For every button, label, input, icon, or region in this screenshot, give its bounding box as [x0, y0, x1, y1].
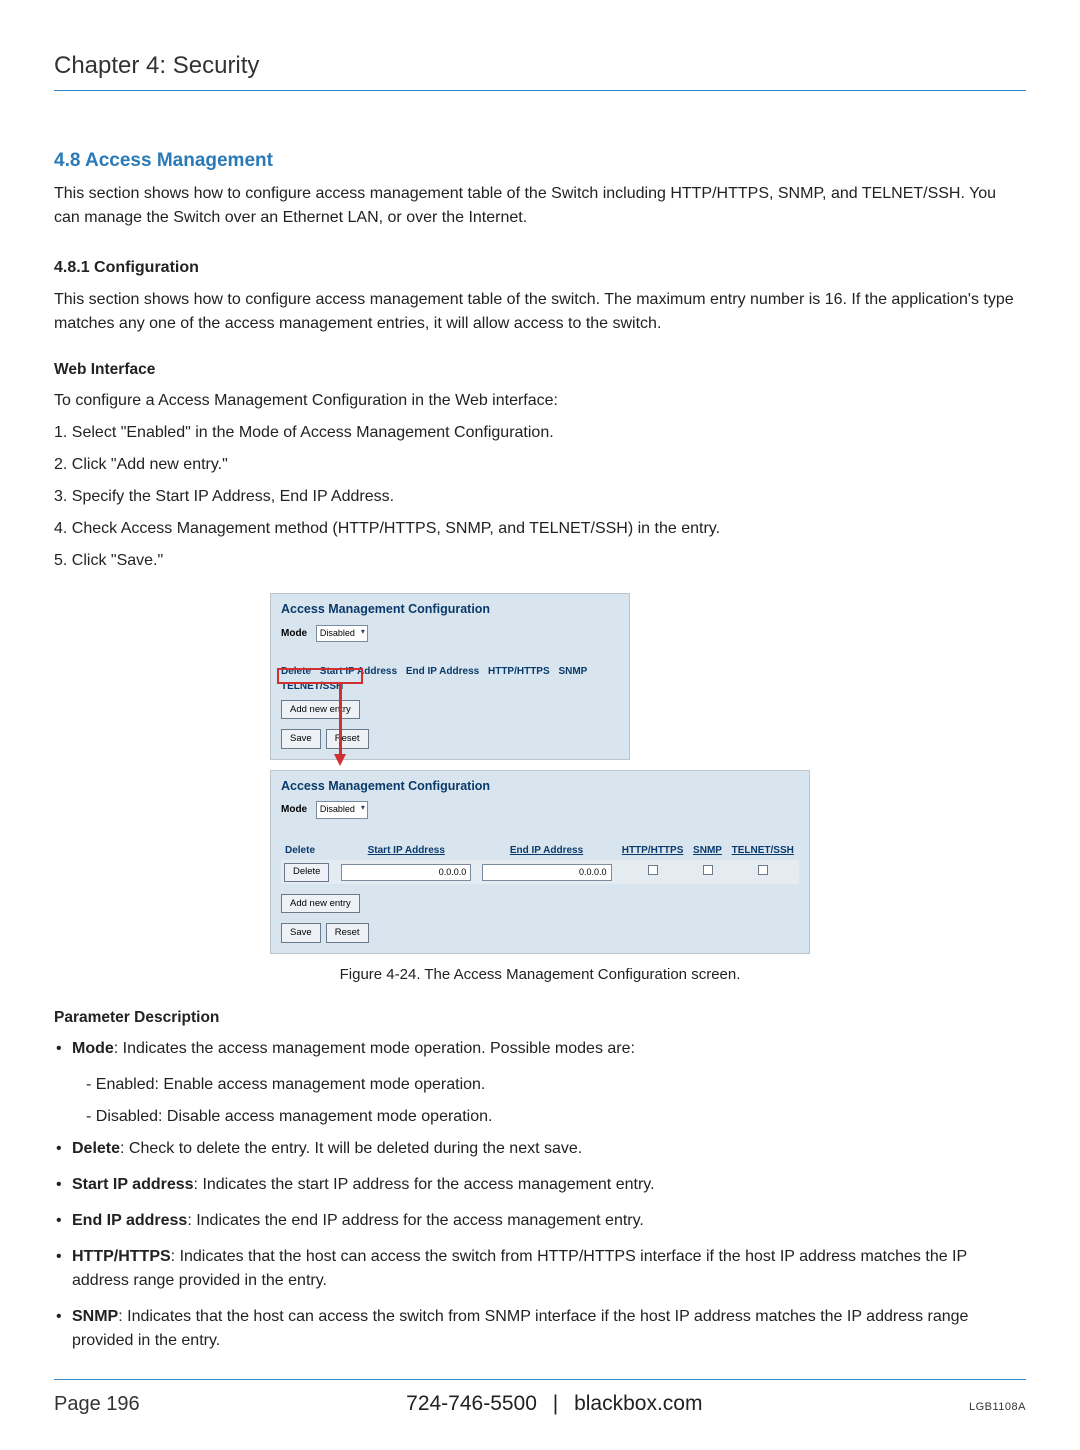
param-label: HTTP/HTTPS [72, 1248, 171, 1265]
step: 4. Check Access Management method (HTTP/… [54, 517, 1026, 541]
save-button[interactable]: Save [281, 729, 321, 748]
table-header-row: Delete Start IP Address End IP Address H… [281, 841, 799, 861]
param-item: SNMP: Indicates that the host can access… [54, 1305, 1026, 1353]
save-button[interactable]: Save [281, 923, 321, 942]
end-ip-input[interactable]: 0.0.0.0 [482, 864, 612, 882]
col-snmp: SNMP [688, 841, 726, 861]
mode-select[interactable]: Disabled [316, 801, 368, 819]
subsection-heading: 4.8.1 Configuration [54, 256, 1026, 280]
parameter-description: Parameter Description Mode: Indicates th… [54, 1006, 1026, 1353]
arrow-annotation [339, 684, 343, 770]
param-label: End IP address [72, 1212, 187, 1229]
col-start-ip: Start IP Address [336, 841, 476, 861]
config-panel-top: Access Management Configuration Mode Dis… [270, 593, 630, 760]
reset-button[interactable]: Reset [326, 729, 369, 748]
panel-title: Access Management Configuration [281, 777, 799, 796]
step: 1. Select "Enabled" in the Mode of Acces… [54, 421, 1026, 445]
step: 3. Specify the Start IP Address, End IP … [54, 485, 1026, 509]
param-text: : Indicates the start IP address for the… [194, 1176, 655, 1193]
section-intro: This section shows how to configure acce… [54, 182, 1026, 230]
footer-contact: 724-746-5500 | blackbox.com [140, 1388, 969, 1420]
param-text: : Indicates that the host can access the… [72, 1308, 968, 1349]
step: 2. Click "Add new entry." [54, 453, 1026, 477]
panel-title: Access Management Configuration [281, 600, 619, 619]
mode-row: Mode Disabled [281, 801, 799, 819]
chapter-title: Chapter 4: Security [54, 48, 1026, 91]
footer: Page 196 724-746-5500 | blackbox.com LGB… [54, 1379, 1026, 1420]
col-end-ip: End IP Address [406, 664, 479, 679]
snmp-checkbox[interactable] [703, 865, 713, 875]
screenshot-figure: Access Management Configuration Mode Dis… [54, 593, 1026, 954]
col-telnet: TELNET/SSH [727, 841, 799, 861]
col-snmp: SNMP [558, 664, 587, 679]
figure-caption: Figure 4-24. The Access Management Confi… [54, 964, 1026, 987]
telnet-checkbox[interactable] [758, 865, 768, 875]
param-text: : Indicates the access management mode o… [114, 1040, 635, 1057]
entries-table: Delete Start IP Address End IP Address H… [281, 841, 799, 884]
col-delete: Delete [281, 841, 336, 861]
param-text: : Indicates the end IP address for the a… [187, 1212, 644, 1229]
delete-button[interactable]: Delete [284, 863, 329, 882]
col-start-ip: Start IP Address [320, 664, 397, 679]
param-label: Mode [72, 1040, 114, 1057]
add-new-entry-button[interactable]: Add new entry [281, 700, 360, 719]
col-http: HTTP/HTTPS [488, 664, 550, 679]
section-heading: 4.8 Access Management [54, 147, 1026, 176]
param-item: Start IP address: Indicates the start IP… [54, 1173, 1026, 1197]
col-end-ip: End IP Address [476, 841, 616, 861]
web-interface-intro: To configure a Access Management Configu… [54, 389, 1026, 413]
subsection-body: This section shows how to configure acce… [54, 288, 1026, 336]
col-delete: Delete [281, 664, 311, 679]
http-checkbox[interactable] [648, 865, 658, 875]
reset-button[interactable]: Reset [326, 923, 369, 942]
params-heading: Parameter Description [54, 1006, 1026, 1029]
param-label: Delete [72, 1140, 120, 1157]
param-item: End IP address: Indicates the end IP add… [54, 1209, 1026, 1233]
footer-phone: 724-746-5500 [406, 1392, 537, 1415]
param-item: Delete: Check to delete the entry. It wi… [54, 1137, 1026, 1161]
col-telnet: TELNET/SSH [281, 679, 343, 694]
param-item: Mode: Indicates the access management mo… [54, 1037, 1026, 1061]
footer-site: blackbox.com [574, 1392, 702, 1415]
param-label: Start IP address [72, 1176, 194, 1193]
add-new-entry-button[interactable]: Add new entry [281, 894, 360, 913]
table-header-row: Delete Start IP Address End IP Address H… [281, 664, 619, 694]
start-ip-input[interactable]: 0.0.0.0 [341, 864, 471, 882]
param-sub: - Disabled: Disable access management mo… [86, 1105, 1026, 1129]
page-number: Page 196 [54, 1389, 140, 1419]
param-text: : Indicates that the host can access the… [72, 1248, 967, 1289]
mode-label: Mode [281, 804, 307, 815]
steps-list: 1. Select "Enabled" in the Mode of Acces… [54, 421, 1026, 573]
col-http: HTTP/HTTPS [617, 841, 689, 861]
param-item: HTTP/HTTPS: Indicates that the host can … [54, 1245, 1026, 1293]
separator: | [553, 1392, 558, 1415]
param-label: SNMP [72, 1308, 118, 1325]
mode-select[interactable]: Disabled [316, 625, 368, 643]
config-panel-bottom: Access Management Configuration Mode Dis… [270, 770, 810, 954]
web-interface-heading: Web Interface [54, 358, 1026, 381]
param-sub: - Enabled: Enable access management mode… [86, 1073, 1026, 1097]
table-row: Delete 0.0.0.0 0.0.0.0 [281, 860, 799, 884]
step: 5. Click "Save." [54, 549, 1026, 573]
mode-row: Mode Disabled [281, 625, 619, 643]
model-code: LGB1108A [969, 1399, 1026, 1416]
mode-label: Mode [281, 628, 307, 639]
param-text: : Check to delete the entry. It will be … [120, 1140, 582, 1157]
